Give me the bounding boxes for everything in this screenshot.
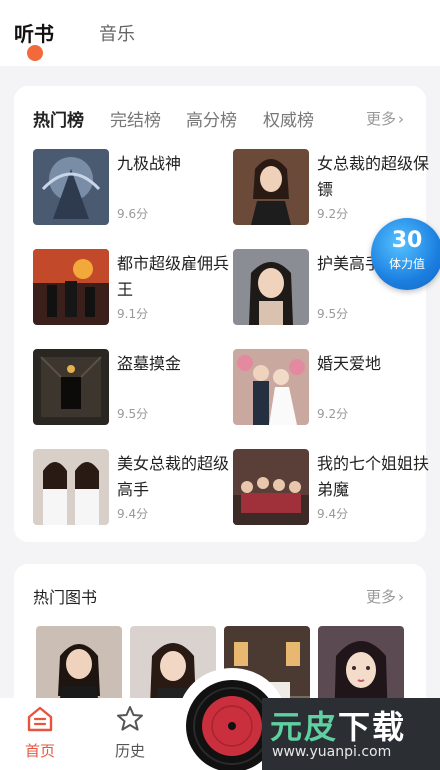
book-score: 9.4分 bbox=[117, 507, 149, 521]
book-score: 9.2分 bbox=[317, 407, 349, 421]
top-tab-bar: 听书 音乐 bbox=[0, 0, 440, 66]
book-score: 9.4分 bbox=[317, 507, 349, 521]
ranking-item[interactable]: 我的七个姐姐扶弟魔 9.4分 bbox=[233, 449, 433, 527]
nav-home-label: 首页 bbox=[24, 742, 55, 760]
book-title: 九极战神 bbox=[117, 154, 182, 173]
ranking-more-link[interactable]: 更多 › bbox=[366, 108, 404, 129]
book-cover bbox=[33, 249, 109, 325]
ranking-item[interactable]: 婚天爱地 9.2分 bbox=[233, 349, 433, 427]
book-cover bbox=[33, 449, 109, 525]
book-score: 9.2分 bbox=[317, 207, 349, 221]
ranking-item[interactable]: 美女总裁的超级高手 9.4分 bbox=[33, 449, 233, 527]
nav-history-label: 历史 bbox=[114, 742, 145, 760]
book-score: 9.1分 bbox=[117, 307, 149, 321]
ranking-item[interactable]: 盗墓摸金 9.5分 bbox=[33, 349, 233, 427]
ranking-item[interactable]: 九极战神 9.6分 bbox=[33, 149, 233, 227]
book-title: 都市超级雇佣兵王 bbox=[117, 254, 230, 299]
star-icon bbox=[117, 706, 143, 731]
energy-label: 体力值 bbox=[388, 257, 425, 271]
book-score: 9.6分 bbox=[117, 207, 149, 221]
book-cover bbox=[233, 349, 309, 425]
book-title: 女总裁的超级保镖 bbox=[317, 154, 430, 199]
energy-value: 30 bbox=[391, 228, 423, 253]
ranking-item[interactable]: 女总裁的超级保镖 9.2分 bbox=[233, 149, 433, 227]
ranking-card: 热门榜 完结榜 高分榜 权威榜 更多 › 九极战神 9.6分 女总裁的超级保镖 … bbox=[14, 86, 429, 542]
chevron-right-icon: › bbox=[398, 110, 404, 128]
book-title: 婚天爱地 bbox=[317, 354, 382, 373]
nav-history[interactable]: 历史 bbox=[100, 704, 160, 761]
tab-completed-ranking[interactable]: 完结榜 bbox=[110, 106, 161, 131]
book-cover bbox=[33, 349, 109, 425]
book-title: 盗墓摸金 bbox=[117, 354, 182, 373]
book-score: 9.5分 bbox=[317, 307, 349, 321]
tab-audiobook[interactable]: 听书 bbox=[14, 18, 54, 47]
book-title: 我的七个姐姐扶弟魔 bbox=[317, 454, 430, 499]
book-cover bbox=[233, 249, 309, 325]
tab-high-score-ranking[interactable]: 高分榜 bbox=[186, 106, 237, 131]
tab-hot-ranking[interactable]: 热门榜 bbox=[33, 106, 84, 131]
watermark-url: www.yuanpi.com bbox=[272, 744, 392, 760]
hot-books-more-link[interactable]: 更多 › bbox=[366, 586, 404, 607]
tab-music[interactable]: 音乐 bbox=[99, 20, 135, 46]
energy-badge[interactable]: 30 体力值 bbox=[371, 218, 440, 290]
book-cover bbox=[33, 149, 109, 225]
book-cover bbox=[233, 149, 309, 225]
active-tab-indicator bbox=[27, 45, 43, 61]
chevron-right-icon: › bbox=[398, 588, 404, 606]
book-score: 9.5分 bbox=[117, 407, 149, 421]
tab-authority-ranking[interactable]: 权威榜 bbox=[263, 106, 314, 131]
section-title: 热门图书 bbox=[33, 588, 98, 607]
book-title: 美女总裁的超级高手 bbox=[117, 454, 230, 499]
ranking-item[interactable]: 都市超级雇佣兵王 9.1分 bbox=[33, 249, 233, 327]
nav-home[interactable]: 首页 bbox=[10, 704, 70, 761]
book-cover bbox=[233, 449, 309, 525]
home-icon bbox=[27, 706, 53, 732]
watermark-logo: 元皮下载 www.yuanpi.com bbox=[262, 698, 440, 770]
